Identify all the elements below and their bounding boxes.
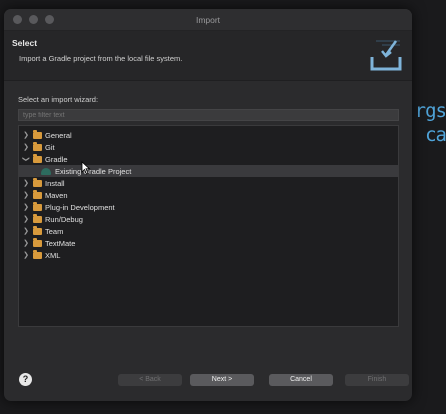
tree-item-label: TextMate — [45, 238, 76, 248]
tree-item-label: Maven — [45, 190, 68, 200]
back-button[interactable]: < Back — [118, 374, 182, 386]
tree-item-existing-gradle-project[interactable]: Existing Gradle Project — [19, 165, 398, 177]
tree-item-label: Install — [45, 178, 65, 188]
folder-icon — [33, 237, 42, 247]
tree-item-xml[interactable]: ❯ XML — [19, 249, 398, 261]
import-dialog: Import Select Import a Gradle project fr… — [4, 9, 412, 401]
chevron-down-icon[interactable]: ❯ — [22, 155, 30, 163]
background-editor-text: rgs — [414, 100, 446, 122]
folder-icon — [33, 177, 42, 187]
tree-item-gradle[interactable]: ❯ Gradle — [19, 153, 398, 165]
page-description: Import a Gradle project from the local f… — [19, 54, 183, 63]
tree-item-label: Run/Debug — [45, 214, 83, 224]
tree-item-run-debug[interactable]: ❯ Run/Debug — [19, 213, 398, 225]
finish-button[interactable]: Finish — [345, 374, 409, 386]
tree-item-git[interactable]: ❯ Git — [19, 141, 398, 153]
tree-item-maven[interactable]: ❯ Maven — [19, 189, 398, 201]
filter-input[interactable] — [18, 109, 399, 121]
tree-item-label: XML — [45, 250, 61, 260]
folder-icon — [33, 141, 42, 151]
tree-item-textmate[interactable]: ❯ TextMate — [19, 237, 398, 249]
help-icon[interactable]: ? — [19, 373, 32, 386]
folder-icon — [33, 201, 42, 211]
chevron-right-icon[interactable]: ❯ — [22, 215, 30, 223]
chevron-right-icon[interactable]: ❯ — [22, 227, 30, 235]
folder-icon — [33, 153, 42, 163]
page-title: Select — [12, 38, 38, 48]
folder-icon — [33, 213, 42, 223]
tree-item-general[interactable]: ❯ General — [19, 129, 398, 141]
window-title: Import — [195, 15, 221, 25]
titlebar: Import — [4, 9, 412, 31]
mouse-cursor-icon — [81, 161, 91, 175]
folder-icon — [33, 249, 42, 259]
chevron-right-icon[interactable]: ❯ — [22, 251, 30, 259]
wizard-tree: ❯ General ❯ Git ❯ Gradle Existing Gradle… — [18, 125, 399, 327]
chevron-right-icon[interactable]: ❯ — [22, 143, 30, 151]
chevron-right-icon[interactable]: ❯ — [22, 179, 30, 187]
tree-item-label: Git — [45, 142, 55, 152]
tree-item-label: Plug-in Development — [45, 202, 115, 212]
cancel-button[interactable]: Cancel — [269, 374, 333, 386]
dialog-footer: ? < Back Next > Cancel Finish — [4, 361, 412, 401]
import-wizard-icon — [370, 40, 402, 71]
background-editor-text: ca — [425, 124, 446, 146]
chevron-right-icon[interactable]: ❯ — [22, 239, 30, 247]
next-button[interactable]: Next > — [190, 374, 254, 386]
tree-item-team[interactable]: ❯ Team — [19, 225, 398, 237]
tree-item-install[interactable]: ❯ Install — [19, 177, 398, 189]
chevron-right-icon[interactable]: ❯ — [22, 191, 30, 199]
folder-icon — [33, 189, 42, 199]
wizard-prompt: Select an import wizard: — [18, 95, 99, 104]
chevron-right-icon[interactable]: ❯ — [22, 203, 30, 211]
tree-item-label: Existing Gradle Project — [55, 166, 132, 176]
tree-item-plugin-development[interactable]: ❯ Plug-in Development — [19, 201, 398, 213]
folder-icon — [33, 129, 42, 139]
tree-item-label: Gradle — [45, 154, 68, 164]
wizard-header: Select Import a Gradle project from the … — [4, 31, 412, 81]
gradle-icon — [41, 167, 51, 175]
chevron-right-icon[interactable]: ❯ — [22, 131, 30, 139]
tree-item-label: General — [45, 130, 72, 140]
tree-item-label: Team — [45, 226, 64, 236]
folder-icon — [33, 225, 42, 235]
